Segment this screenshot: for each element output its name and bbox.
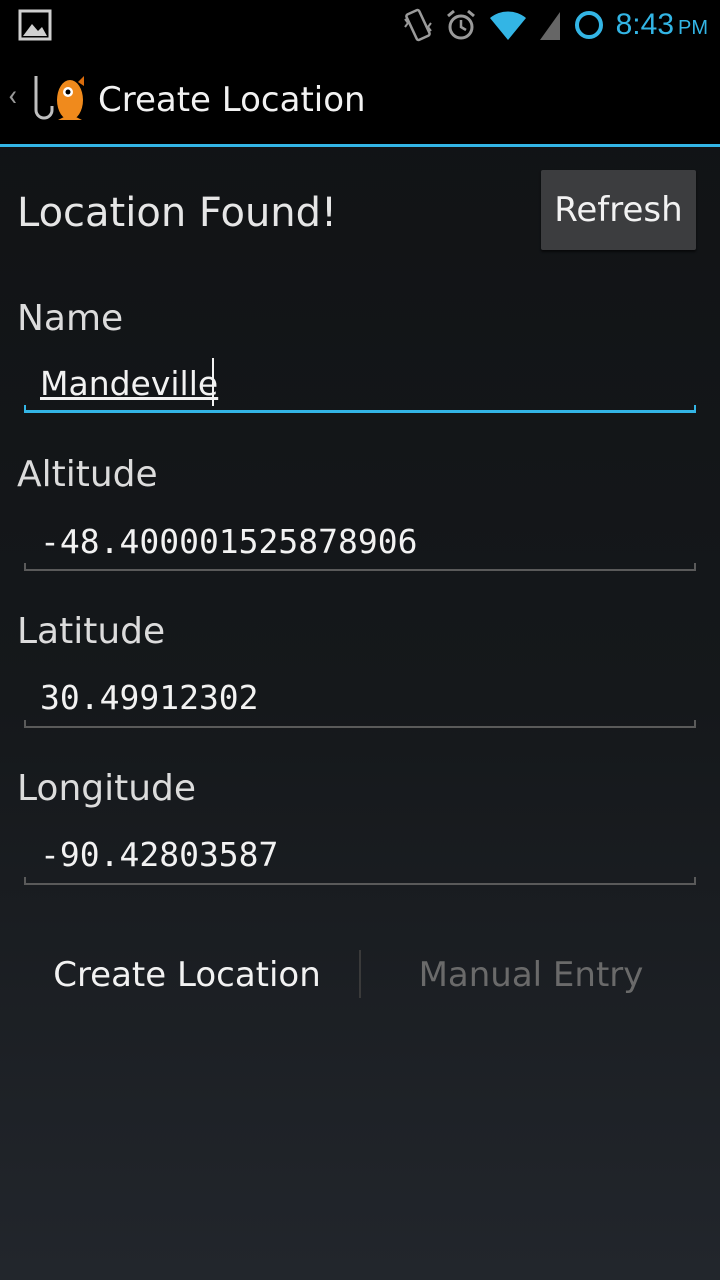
latitude-value: 30.49912302: [40, 678, 259, 717]
alarm-icon: [446, 9, 475, 40]
latitude-label: Latitude: [17, 611, 166, 652]
fish-hook-logo-icon[interactable]: [28, 68, 90, 130]
location-status-text: Location Found!: [17, 190, 338, 236]
name-label: Name: [17, 298, 124, 339]
refresh-button[interactable]: Refresh: [541, 170, 696, 250]
status-bar: 8:43 PM: [0, 0, 720, 50]
picture-notification-icon: [18, 9, 52, 41]
altitude-underline: [24, 563, 696, 571]
wifi-icon: [489, 11, 526, 40]
create-location-button[interactable]: Create Location: [17, 940, 357, 1010]
latitude-underline: [24, 720, 696, 728]
text-cursor: [212, 358, 214, 406]
page-title: Create Location: [98, 80, 366, 120]
longitude-underline: [24, 877, 696, 885]
longitude-value: -90.42803587: [40, 835, 279, 874]
name-underline: [24, 405, 696, 413]
vibrate-icon: [403, 8, 432, 42]
clock: 8:43 PM: [615, 8, 708, 41]
up-caret-icon[interactable]: ‹: [8, 78, 17, 113]
sync-icon: [574, 11, 603, 39]
signal-icon: [539, 12, 560, 40]
manual-entry-button[interactable]: Manual Entry: [361, 940, 701, 1010]
altitude-label: Altitude: [17, 454, 158, 495]
action-bar-divider: [0, 144, 720, 147]
altitude-value: -48.400001525878906: [40, 522, 418, 561]
name-value: Mandeville: [40, 364, 219, 403]
longitude-label: Longitude: [17, 768, 197, 809]
